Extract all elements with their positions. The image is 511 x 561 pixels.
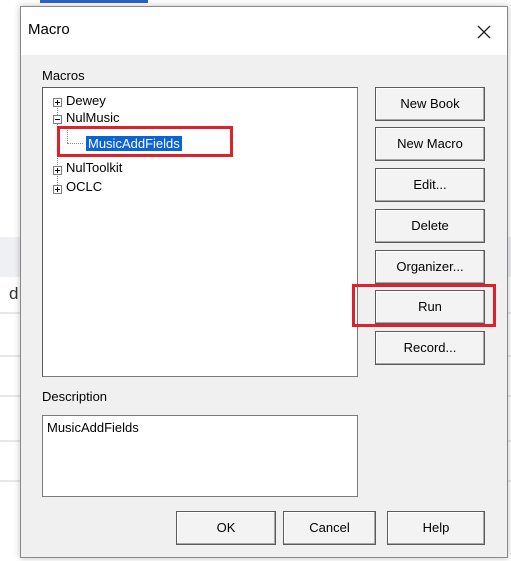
dialog-title: Macro xyxy=(28,21,70,38)
organizer-button[interactable]: Organizer... xyxy=(375,250,485,284)
macros-label: Macros xyxy=(42,68,85,83)
cancel-label: Cancel xyxy=(309,520,350,535)
delete-button[interactable]: Delete xyxy=(375,209,485,243)
new-macro-label: New Macro xyxy=(397,136,463,151)
help-label: Help xyxy=(422,520,450,535)
record-label: Record... xyxy=(403,340,457,355)
expand-icon[interactable] xyxy=(53,98,62,107)
expand-icon[interactable] xyxy=(53,185,62,194)
edit-button[interactable]: Edit... xyxy=(375,168,485,202)
new-book-label: New Book xyxy=(400,96,460,111)
new-book-button[interactable]: New Book xyxy=(375,87,485,121)
record-button[interactable]: Record... xyxy=(375,331,485,365)
expand-icon[interactable] xyxy=(53,166,62,175)
tree-item-dewey[interactable]: Dewey xyxy=(66,93,106,108)
new-macro-button[interactable]: New Macro xyxy=(375,127,485,161)
ok-button[interactable]: OK xyxy=(176,511,276,545)
macro-dialog: Macro Macros Dewey NulMusic MusicAddFiel… xyxy=(20,6,508,558)
tree-item-nulmusic[interactable]: NulMusic xyxy=(66,110,119,125)
delete-label: Delete xyxy=(411,218,449,233)
close-icon xyxy=(477,25,491,39)
description-field[interactable]: MusicAddFields xyxy=(42,415,358,497)
tree-item-nultoolkit[interactable]: NulToolkit xyxy=(66,160,122,175)
run-button[interactable]: Run xyxy=(375,290,485,324)
edit-label: Edit... xyxy=(413,177,447,192)
tree-connector xyxy=(67,128,68,143)
background-link-underline xyxy=(40,0,148,3)
collapse-icon[interactable] xyxy=(53,115,62,124)
help-button[interactable]: Help xyxy=(387,511,485,545)
macro-tree[interactable]: Dewey NulMusic MusicAddFields NulToolkit… xyxy=(42,87,358,377)
background-text: d xyxy=(9,284,19,303)
description-text: MusicAddFields xyxy=(47,420,139,435)
description-label: Description xyxy=(42,389,108,404)
tree-item-oclc[interactable]: OCLC xyxy=(66,179,102,194)
run-label: Run xyxy=(418,299,442,314)
tree-item-musicaddfields[interactable]: MusicAddFields xyxy=(86,136,182,151)
ok-label: OK xyxy=(216,520,236,535)
close-button[interactable] xyxy=(467,15,501,49)
tree-connector xyxy=(67,143,83,144)
title-bar: Macro xyxy=(21,7,507,55)
cancel-button[interactable]: Cancel xyxy=(283,511,376,545)
organizer-label: Organizer... xyxy=(396,259,464,274)
